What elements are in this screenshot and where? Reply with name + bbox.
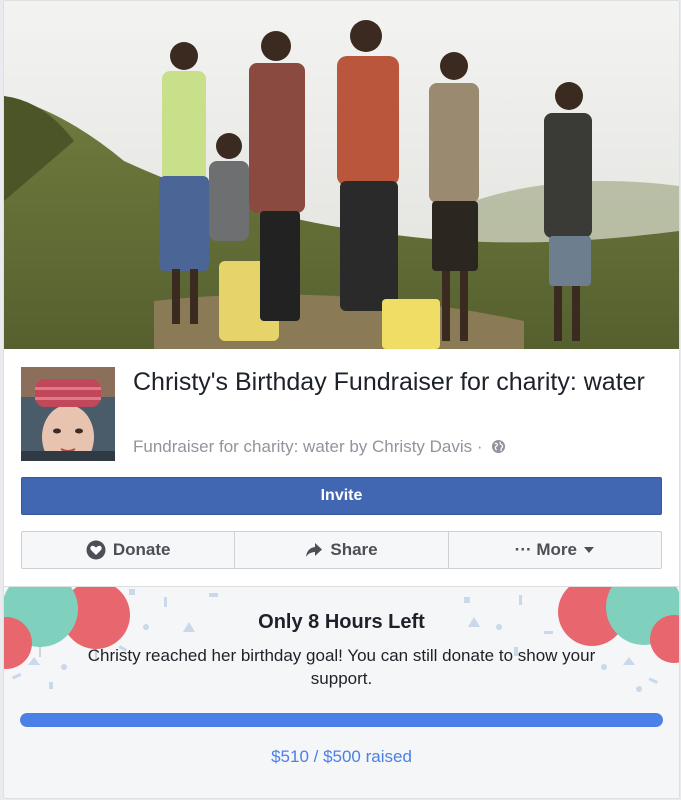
donate-heart-icon [86,540,106,560]
time-left-heading: Only 8 Hours Left [258,611,425,633]
share-button[interactable]: Share [235,532,449,568]
progress-fill [20,713,663,727]
action-bar: Donate Share ··· More [21,531,662,569]
progress-bar [20,713,663,727]
raised-amount[interactable]: $510 / $500 raised [4,747,679,767]
more-button[interactable]: ··· More [449,532,661,568]
donate-label: Donate [112,540,171,559]
avatar[interactable] [21,367,115,461]
more-label: ··· More [514,540,577,559]
goal-message: Christy reached her birthday goal! You c… [87,646,596,688]
fundraiser-title[interactable]: Christy's Birthday Fundraiser for charit… [133,366,653,398]
fundraiser-card: Christy's Birthday Fundraiser for charit… [3,0,680,799]
invite-button[interactable]: Invite [21,477,662,515]
fundraiser-subtitle: Fundraiser for charity: water by Christy… [133,437,506,457]
fundraiser-subtitle-text[interactable]: Fundraiser for charity: water by Christy… [133,437,483,456]
donate-button[interactable]: Donate [22,532,236,568]
cover-photo[interactable] [4,1,679,349]
goal-panel: Only 8 Hours Left Christy reached her bi… [4,586,679,798]
share-arrow-icon [306,543,323,557]
caret-down-icon [583,547,594,553]
globe-icon[interactable] [491,439,506,454]
share-label: Share [330,540,378,559]
